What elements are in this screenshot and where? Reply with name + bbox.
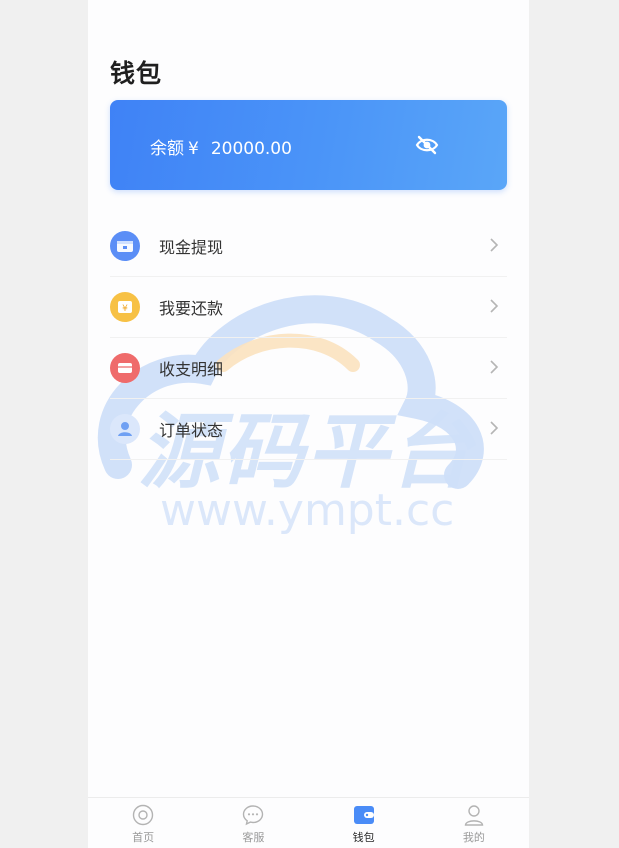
tab-wallet[interactable]: 钱包 xyxy=(309,798,419,848)
order-status-icon xyxy=(110,414,140,444)
balance-text: 余额 ¥ 20000.00 xyxy=(150,134,292,159)
balance-amount: 20000.00 xyxy=(210,139,292,159)
menu-item-label: 现金提现 xyxy=(159,238,224,257)
menu-item-repay[interactable]: ¥ 我要还款 xyxy=(110,277,507,338)
cash-withdraw-glyph xyxy=(117,241,133,252)
balance-label: 余额 xyxy=(150,139,184,159)
repay-icon: ¥ xyxy=(110,292,140,322)
currency-symbol: ¥ xyxy=(188,139,199,159)
svg-text:¥: ¥ xyxy=(122,304,128,314)
chevron-right-icon xyxy=(490,360,499,374)
menu-item-label: 我要还款 xyxy=(159,299,224,318)
home-icon xyxy=(131,803,155,827)
menu-item-cash-withdraw[interactable]: 现金提现 xyxy=(110,216,507,277)
menu-item-label: 收支明细 xyxy=(159,360,224,379)
tab-label: 我的 xyxy=(462,831,485,844)
watermark-url-text: www.ympt.cc xyxy=(160,485,454,536)
menu-item-order-status[interactable]: 订单状态 xyxy=(110,399,507,460)
page-title: 钱包 xyxy=(110,59,163,88)
bottom-tab-bar: 首页 客服 钱包 我的 xyxy=(88,797,529,848)
details-glyph xyxy=(118,363,132,373)
tab-profile[interactable]: 我的 xyxy=(419,798,529,848)
details-icon xyxy=(110,353,140,383)
toggle-balance-visibility-button[interactable] xyxy=(414,133,440,157)
eye-off-icon xyxy=(415,135,439,155)
balance-card: 余额 ¥ 20000.00 xyxy=(110,100,507,190)
wallet-icon xyxy=(352,803,376,827)
menu-item-details[interactable]: 收支明细 xyxy=(110,338,507,399)
chevron-right-icon xyxy=(490,238,499,252)
repay-glyph: ¥ xyxy=(118,301,132,314)
tab-label: 首页 xyxy=(132,831,155,844)
chevron-right-icon xyxy=(490,299,499,313)
user-icon xyxy=(462,803,486,827)
tab-home[interactable]: 首页 xyxy=(88,798,198,848)
cash-withdraw-icon xyxy=(110,231,140,261)
phone-screen: 钱包 余额 ¥ 20000.00 源码平台 www.ympt.cc 现金提现 ¥… xyxy=(88,0,529,848)
tab-label: 客服 xyxy=(242,831,265,844)
tab-service[interactable]: 客服 xyxy=(198,798,308,848)
chat-icon xyxy=(241,803,265,827)
tab-label: 钱包 xyxy=(352,831,375,844)
wallet-menu: 现金提现 ¥ 我要还款 收支明细 订单状态 xyxy=(110,216,507,460)
order-status-glyph xyxy=(118,422,132,436)
chevron-right-icon xyxy=(490,421,499,435)
menu-item-label: 订单状态 xyxy=(159,421,224,440)
